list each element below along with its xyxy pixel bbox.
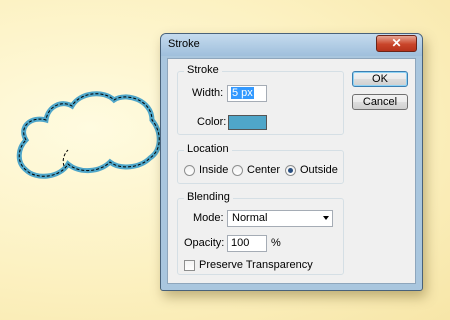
cancel-button[interactable]: Cancel	[352, 94, 408, 110]
color-label: Color:	[197, 116, 227, 128]
opacity-input[interactable]: 100	[227, 235, 267, 252]
stroke-group: Stroke Width: 5 px Color:	[177, 64, 344, 135]
dialog-content: Stroke Width: 5 px Color: Location Insid…	[167, 58, 416, 284]
stroke-dialog: Stroke ✕ Stroke Width: 5 px Color: Locat…	[160, 33, 423, 291]
mode-select[interactable]: Normal	[227, 210, 333, 227]
opacity-label: Opacity:	[184, 237, 225, 249]
stroke-group-legend: Stroke	[184, 64, 222, 76]
stroke-color-swatch[interactable]	[228, 115, 267, 130]
chevron-down-icon	[323, 216, 329, 220]
location-group-legend: Location	[184, 143, 232, 155]
width-input[interactable]: 5 px	[227, 85, 267, 102]
mode-label: Mode:	[193, 212, 224, 224]
radio-inside[interactable]	[184, 165, 195, 176]
blending-group-legend: Blending	[184, 191, 233, 203]
preserve-transparency-label[interactable]: Preserve Transparency	[199, 259, 313, 271]
radio-inside-label[interactable]: Inside	[199, 164, 228, 176]
opacity-value: 100	[231, 237, 250, 249]
preserve-transparency-checkbox[interactable]	[184, 260, 195, 271]
width-value: 5 px	[231, 87, 254, 99]
radio-outside-label[interactable]: Outside	[300, 164, 338, 176]
close-button[interactable]: ✕	[376, 35, 417, 52]
radio-center-label[interactable]: Center	[247, 164, 280, 176]
dialog-titlebar[interactable]: Stroke ✕	[161, 34, 422, 56]
blending-group: Blending Mode: Normal Opacity: 100 % Pre…	[177, 191, 344, 275]
mode-value: Normal	[232, 212, 268, 224]
ok-button[interactable]: OK	[352, 71, 408, 87]
location-group: Location Inside Center Outside	[177, 143, 344, 184]
dialog-title: Stroke	[168, 38, 200, 50]
width-label: Width:	[192, 87, 224, 99]
radio-outside[interactable]	[285, 165, 296, 176]
opacity-unit: %	[271, 237, 281, 249]
radio-center[interactable]	[232, 165, 243, 176]
close-icon: ✕	[391, 36, 402, 50]
